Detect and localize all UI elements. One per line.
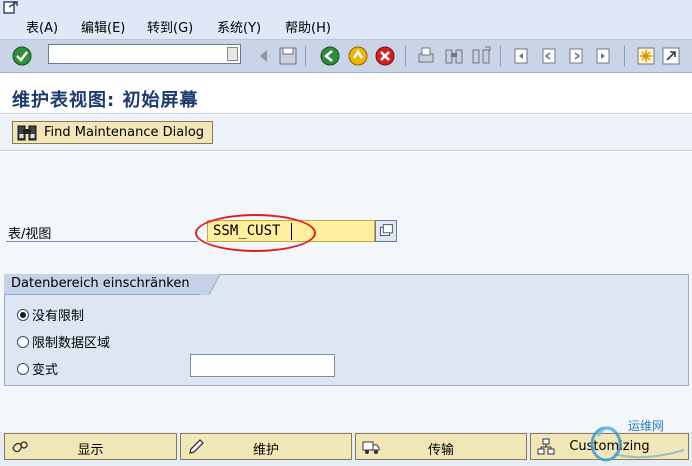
find-maintenance-dialog-button[interactable]: Find Maintenance Dialog — [12, 121, 213, 144]
group-title: Datenbereich einschränken — [4, 274, 209, 295]
variant-input[interactable] — [190, 354, 335, 377]
table-view-label: 表/视图 — [8, 227, 52, 242]
command-history-icon[interactable] — [227, 47, 238, 61]
print-icon[interactable] — [415, 45, 437, 67]
radio-label: 变式 — [32, 363, 59, 378]
menu-system[interactable]: 系统(Y) — [217, 17, 261, 36]
toolbar-separator — [405, 46, 406, 66]
toolbar-separator — [500, 46, 501, 66]
create-session-icon[interactable] — [635, 45, 657, 67]
highlight-circle — [195, 214, 316, 252]
radio-empty-icon — [17, 362, 29, 375]
display-label: 显示 — [77, 443, 104, 458]
group-title-tab-edge — [200, 274, 220, 296]
cancel-icon[interactable] — [374, 45, 396, 67]
find-next-icon[interactable] — [470, 45, 492, 67]
exit-icon[interactable] — [347, 45, 369, 67]
menu-edit[interactable]: 编辑(E) — [81, 17, 125, 36]
menu-goto[interactable]: 转到(G) — [147, 17, 193, 36]
save-icon[interactable] — [277, 45, 299, 67]
maintain-button[interactable]: 维护 — [180, 433, 352, 460]
back-icon[interactable] — [253, 45, 275, 67]
next-page-icon[interactable] — [565, 45, 587, 67]
last-page-icon[interactable] — [592, 45, 614, 67]
command-field[interactable] — [48, 44, 241, 64]
find-icon[interactable] — [443, 45, 465, 67]
radio-no-restriction[interactable]: 没有限制 — [17, 305, 84, 324]
radio-variant[interactable]: 变式 — [17, 359, 58, 378]
shortcut-icon[interactable] — [660, 45, 682, 67]
first-page-icon[interactable] — [510, 45, 532, 67]
binoculars-icon — [17, 125, 37, 141]
back-green-icon[interactable] — [319, 45, 341, 67]
toolbar-separator — [305, 46, 306, 66]
toolbar-separator — [624, 46, 625, 66]
previous-page-icon[interactable] — [538, 45, 560, 67]
enter-icon[interactable] — [11, 45, 33, 67]
system-menu-icon[interactable] — [3, 1, 19, 15]
menu-table[interactable]: 表(A) — [26, 17, 58, 36]
page-title: 维护表视图: 初始屏幕 — [12, 90, 199, 111]
watermark-text: 运维网 — [628, 419, 665, 433]
transport-button[interactable]: 传输 — [355, 433, 527, 460]
label-underline — [6, 241, 198, 242]
radio-label: 限制数据区域 — [32, 336, 111, 351]
display-button[interactable]: 显示 — [4, 433, 177, 460]
radio-selected-icon — [17, 308, 29, 321]
radio-restrict-data-range[interactable]: 限制数据区域 — [17, 332, 110, 351]
radio-empty-icon — [17, 335, 29, 348]
radio-label: 没有限制 — [32, 309, 85, 324]
value-help-icon[interactable] — [375, 220, 397, 242]
find-maintenance-dialog-label: Find Maintenance Dialog — [44, 125, 205, 140]
maintain-label: 维护 — [252, 443, 279, 458]
standard-toolbar — [0, 40, 692, 73]
transport-label: 传输 — [427, 443, 454, 458]
menu-help[interactable]: 帮助(H) — [285, 17, 331, 36]
